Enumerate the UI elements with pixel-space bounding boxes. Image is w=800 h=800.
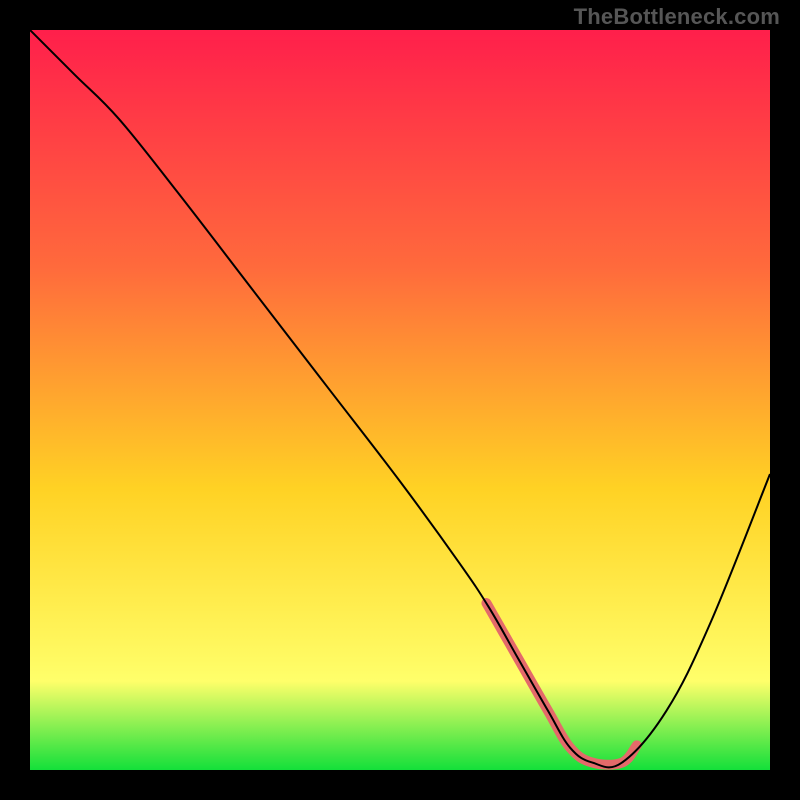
gradient-background xyxy=(30,30,770,770)
watermark-text: TheBottleneck.com xyxy=(574,4,780,30)
plot-area xyxy=(30,30,770,770)
chart-frame: TheBottleneck.com xyxy=(0,0,800,800)
chart-svg xyxy=(30,30,770,770)
